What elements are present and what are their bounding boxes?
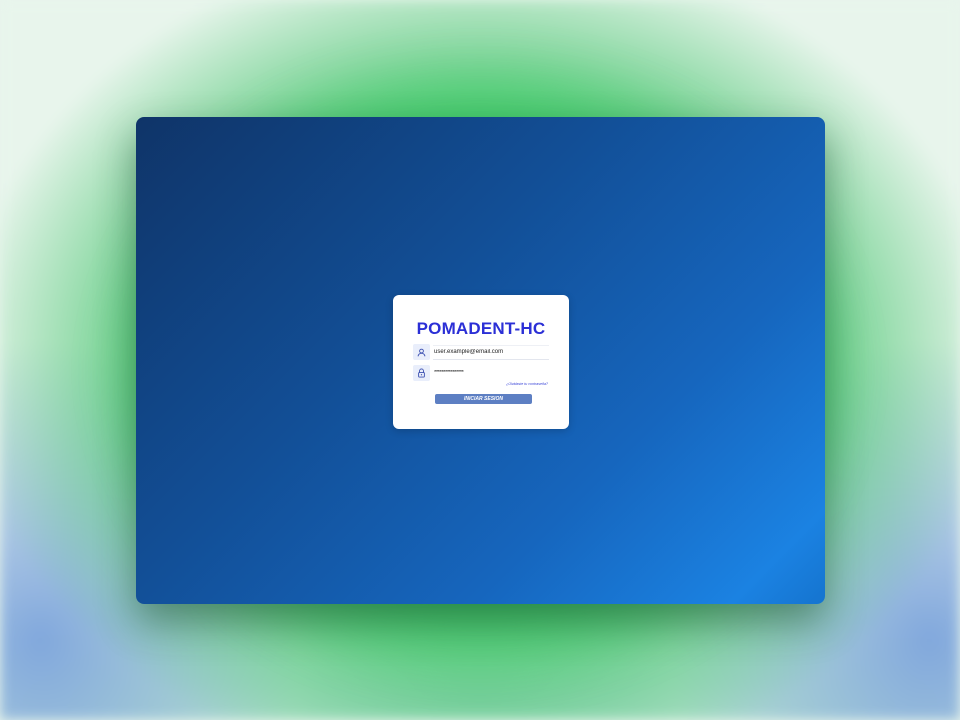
login-card: POMADENT-HC ¿Olvidaste tu contraseña?: [393, 295, 569, 429]
user-icon: [413, 344, 430, 360]
email-field[interactable]: [433, 344, 549, 360]
password-field[interactable]: [433, 365, 549, 381]
app-window: POMADENT-HC ¿Olvidaste tu contraseña?: [136, 117, 825, 604]
lock-icon: [413, 365, 430, 381]
app-title: POMADENT-HC: [416, 319, 546, 338]
email-row: [413, 344, 549, 360]
password-row: [413, 365, 549, 381]
forgot-password-link[interactable]: ¿Olvidaste tu contraseña?: [506, 382, 548, 386]
login-button[interactable]: INICIAR SESION: [435, 394, 532, 404]
